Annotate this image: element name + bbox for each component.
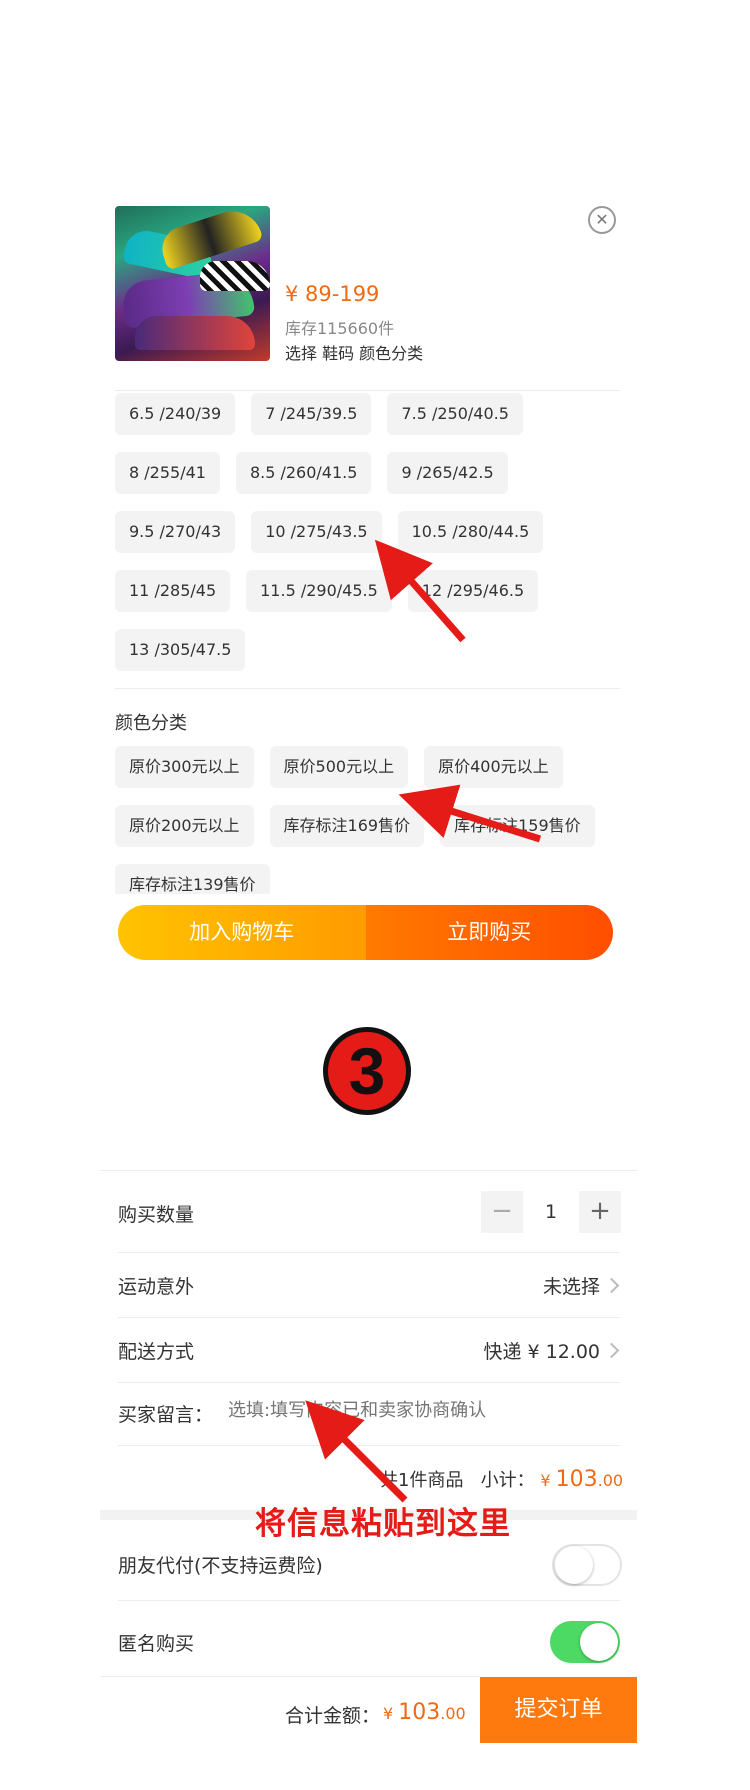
color-chip[interactable]: 原价400元以上	[424, 746, 563, 788]
size-chip[interactable]: 10 /275/43.5	[251, 511, 382, 553]
size-chip[interactable]: 7.5 /250/40.5	[387, 393, 523, 435]
divider	[118, 1445, 620, 1446]
shipping-value: 快递 ¥ 12.00	[483, 1341, 600, 1363]
color-options: 原价300元以上 原价500元以上 原价400元以上 原价200元以上 库存标注…	[115, 746, 620, 894]
divider	[118, 1252, 620, 1253]
divider	[115, 688, 620, 689]
add-to-cart-button[interactable]: 加入购物车	[118, 905, 366, 960]
size-chip[interactable]: 9 /265/42.5	[387, 452, 508, 494]
color-chip[interactable]: 库存标注159售价	[440, 805, 595, 847]
anonymous-toggle[interactable]	[550, 1621, 620, 1663]
size-chip[interactable]: 8.5 /260/41.5	[235, 452, 372, 494]
friend-pay-toggle[interactable]	[552, 1544, 622, 1586]
size-chip[interactable]: 7 /245/39.5	[251, 393, 372, 435]
item-count: 共1件商品	[380, 1470, 464, 1491]
divider	[115, 390, 620, 391]
divider	[118, 1317, 620, 1318]
quantity-plus-button[interactable]: +	[579, 1191, 621, 1233]
insurance-selector[interactable]: 未选择	[542, 1272, 620, 1299]
divider	[100, 1676, 480, 1677]
friend-pay-label: 朋友代付(不支持运费险)	[118, 1555, 323, 1577]
color-chip[interactable]: 库存标注169售价	[269, 805, 425, 847]
chevron-right-icon	[603, 1277, 620, 1294]
annotation-text: 将信息粘贴到这里	[255, 1506, 511, 1542]
close-icon[interactable]: ✕	[588, 206, 616, 234]
insurance-label: 运动意外	[118, 1276, 195, 1298]
shipping-selector[interactable]: 快递 ¥ 12.00	[483, 1337, 620, 1364]
size-chip[interactable]: 11 /285/45	[115, 570, 231, 612]
color-chip[interactable]: 库存标注139售价	[115, 864, 270, 894]
divider	[118, 1600, 620, 1601]
shipping-label: 配送方式	[118, 1341, 195, 1363]
anonymous-label: 匿名购买	[118, 1633, 195, 1655]
buy-now-button[interactable]: 立即购买	[365, 905, 613, 960]
quantity-label: 购买数量	[118, 1204, 195, 1226]
insurance-value: 未选择	[542, 1276, 600, 1298]
divider	[118, 1382, 620, 1383]
product-thumbnail	[115, 206, 270, 361]
subtotal-label: 小计：	[480, 1470, 535, 1491]
size-options: 6.5 /240/39 7 /245/39.5 7.5 /250/40.5 8 …	[115, 393, 620, 688]
color-chip[interactable]: 原价200元以上	[115, 805, 254, 847]
size-chip[interactable]: 13 /305/47.5	[115, 629, 246, 671]
memo-input[interactable]	[228, 1400, 618, 1421]
size-chip[interactable]: 9.5 /270/43	[115, 511, 236, 553]
size-chip[interactable]: 10.5 /280/44.5	[397, 511, 544, 553]
order-subtotal: 共1件商品 小计： ¥ 103.00	[380, 1466, 623, 1492]
size-chip[interactable]: 6.5 /240/39	[115, 393, 236, 435]
total-label: 合计金额：	[285, 1705, 381, 1727]
quantity-value[interactable]: 1	[523, 1191, 579, 1233]
select-hint: 选择 鞋码 颜色分类	[285, 344, 424, 363]
quantity-stepper: − 1 +	[481, 1191, 621, 1233]
size-chip[interactable]: 8 /255/41	[115, 452, 220, 494]
step-number-badge: 3	[323, 1027, 411, 1115]
size-chip[interactable]: 11.5 /290/45.5	[246, 570, 392, 612]
chevron-right-icon	[603, 1342, 620, 1359]
product-stock: 库存115660件	[285, 319, 395, 338]
divider	[100, 1170, 637, 1171]
memo-label: 买家留言：	[118, 1404, 214, 1426]
color-chip[interactable]: 原价300元以上	[115, 746, 254, 788]
product-price: ¥ 89-199	[285, 282, 380, 306]
buy-bar: 加入购物车 立即购买	[118, 905, 613, 960]
color-section-label: 颜色分类	[115, 713, 187, 734]
subtotal-amount: ¥ 103.00	[540, 1467, 624, 1492]
color-chip[interactable]: 原价500元以上	[269, 746, 409, 788]
size-chip[interactable]: 12 /295/46.5	[407, 570, 539, 612]
submit-order-button[interactable]: 提交订单	[480, 1677, 637, 1743]
total-amount: ¥ 103.00	[383, 1700, 466, 1725]
quantity-minus-button[interactable]: −	[481, 1191, 523, 1233]
